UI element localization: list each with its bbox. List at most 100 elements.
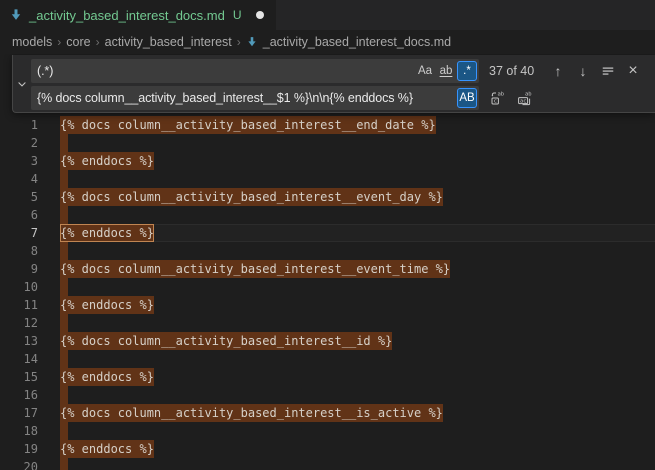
code-line[interactable]: 8 xyxy=(0,242,655,260)
line-content[interactable]: {% docs column__activity_based_interest_… xyxy=(60,188,655,206)
find-match-highlight: {% docs column__activity_based_interest_… xyxy=(60,188,443,206)
toggle-replace-button[interactable] xyxy=(13,55,31,112)
empty-match-highlight xyxy=(60,242,68,260)
replace-input[interactable] xyxy=(31,91,456,105)
breadcrumb-item-models[interactable]: models xyxy=(12,35,52,49)
code-line[interactable]: 9{% docs column__activity_based_interest… xyxy=(0,260,655,278)
line-number[interactable]: 19 xyxy=(0,440,60,458)
find-match-highlight: {% docs column__activity_based_interest_… xyxy=(60,260,450,278)
code-line[interactable]: 15{% enddocs %} xyxy=(0,368,655,386)
code-line[interactable]: 3{% enddocs %} xyxy=(0,152,655,170)
preserve-case-button[interactable]: AB xyxy=(457,88,477,108)
line-content[interactable]: {% enddocs %} xyxy=(60,440,655,458)
line-content[interactable]: {% enddocs %} xyxy=(60,368,655,386)
whole-word-button[interactable]: ab xyxy=(436,61,456,81)
line-number[interactable]: 12 xyxy=(0,314,60,332)
line-content[interactable]: {% enddocs %} xyxy=(60,296,655,314)
code-line[interactable]: 5{% docs column__activity_based_interest… xyxy=(0,188,655,206)
line-content[interactable] xyxy=(60,350,655,368)
previous-match-button[interactable]: ↑ xyxy=(548,61,568,81)
line-content[interactable] xyxy=(60,206,655,224)
line-number[interactable]: 3 xyxy=(0,152,60,170)
markdown-file-icon xyxy=(9,8,23,22)
find-replace-widget: Aa ab .* 37 of 40 ↑ ↓ × xyxy=(12,55,655,113)
line-number[interactable]: 11 xyxy=(0,296,60,314)
line-content[interactable]: {% enddocs %} xyxy=(60,224,655,242)
line-number[interactable]: 2 xyxy=(0,134,60,152)
empty-match-highlight xyxy=(60,422,68,440)
code-line[interactable]: 11{% enddocs %} xyxy=(0,296,655,314)
line-content[interactable]: {% enddocs %} xyxy=(60,152,655,170)
line-content[interactable] xyxy=(60,170,655,188)
breadcrumb-item-activity-based-interest[interactable]: activity_based_interest xyxy=(105,35,232,49)
code-line[interactable]: 10 xyxy=(0,278,655,296)
replace-icon: ab c xyxy=(490,90,506,106)
breadcrumb-separator: › xyxy=(56,35,62,49)
code-line-current[interactable]: 7{% enddocs %} xyxy=(0,224,655,242)
code-line[interactable]: 19{% enddocs %} xyxy=(0,440,655,458)
modified-dot-icon[interactable] xyxy=(256,11,264,19)
line-number[interactable]: 16 xyxy=(0,386,60,404)
code-line[interactable]: 2 xyxy=(0,134,655,152)
line-content[interactable]: {% docs column__activity_based_interest_… xyxy=(60,260,655,278)
line-number[interactable]: 4 xyxy=(0,170,60,188)
line-number[interactable]: 6 xyxy=(0,206,60,224)
code-line[interactable]: 13{% docs column__activity_based_interes… xyxy=(0,332,655,350)
breadcrumb-item-core[interactable]: core xyxy=(66,35,90,49)
code-area[interactable]: 1{% docs column__activity_based_interest… xyxy=(0,116,655,470)
line-number[interactable]: 8 xyxy=(0,242,60,260)
line-content[interactable] xyxy=(60,314,655,332)
breadcrumb-item-file[interactable]: _activity_based_interest_docs.md xyxy=(246,35,451,49)
code-line[interactable]: 4 xyxy=(0,170,655,188)
replace-one-button[interactable]: ab c xyxy=(488,88,508,108)
code-line[interactable]: 6 xyxy=(0,206,655,224)
close-find-widget-button[interactable]: × xyxy=(623,61,643,81)
regex-button[interactable]: .* xyxy=(457,61,477,81)
tab-title: _activity_based_interest_docs.md xyxy=(29,8,225,23)
find-input[interactable] xyxy=(31,64,414,78)
chevron-down-icon xyxy=(16,78,28,90)
line-number[interactable]: 7 xyxy=(0,224,60,242)
line-content[interactable] xyxy=(60,422,655,440)
line-number[interactable]: 10 xyxy=(0,278,60,296)
empty-match-highlight xyxy=(60,350,68,368)
line-content[interactable]: {% docs column__activity_based_interest_… xyxy=(60,404,655,422)
line-number[interactable]: 1 xyxy=(0,116,60,134)
empty-match-highlight xyxy=(60,278,68,296)
breadcrumb: models › core › activity_based_interest … xyxy=(0,30,655,54)
code-line[interactable]: 12 xyxy=(0,314,655,332)
code-line[interactable]: 14 xyxy=(0,350,655,368)
line-content[interactable] xyxy=(60,242,655,260)
code-line[interactable]: 16 xyxy=(0,386,655,404)
code-line[interactable]: 18 xyxy=(0,422,655,440)
code-line[interactable]: 1{% docs column__activity_based_interest… xyxy=(0,116,655,134)
match-case-button[interactable]: Aa xyxy=(415,61,435,81)
current-find-match-highlight: {% enddocs %} xyxy=(60,224,154,242)
line-number[interactable]: 13 xyxy=(0,332,60,350)
editor-pane[interactable]: Aa ab .* 37 of 40 ↑ ↓ × xyxy=(0,54,655,470)
empty-match-highlight xyxy=(60,170,68,188)
line-content[interactable] xyxy=(60,134,655,152)
line-number[interactable]: 20 xyxy=(0,458,60,470)
line-number[interactable]: 14 xyxy=(0,350,60,368)
line-content[interactable] xyxy=(60,386,655,404)
replace-all-icon: ab ac xyxy=(517,90,533,106)
line-content[interactable] xyxy=(60,458,655,470)
code-line[interactable]: 20 xyxy=(0,458,655,470)
code-line[interactable]: 17{% docs column__activity_based_interes… xyxy=(0,404,655,422)
tab-active-file[interactable]: _activity_based_interest_docs.md U xyxy=(0,0,276,30)
line-number[interactable]: 17 xyxy=(0,404,60,422)
line-number[interactable]: 15 xyxy=(0,368,60,386)
line-number[interactable]: 5 xyxy=(0,188,60,206)
line-number[interactable]: 9 xyxy=(0,260,60,278)
find-match-highlight: {% docs column__activity_based_interest_… xyxy=(60,116,436,134)
next-match-button[interactable]: ↓ xyxy=(573,61,593,81)
replace-all-button[interactable]: ab ac xyxy=(515,88,535,108)
line-content[interactable]: {% docs column__activity_based_interest_… xyxy=(60,332,655,350)
line-content[interactable] xyxy=(60,278,655,296)
find-match-highlight: {% docs column__activity_based_interest_… xyxy=(60,404,443,422)
svg-text:ab: ab xyxy=(498,92,505,98)
line-content[interactable]: {% docs column__activity_based_interest_… xyxy=(60,116,655,134)
line-number[interactable]: 18 xyxy=(0,422,60,440)
find-in-selection-button[interactable] xyxy=(598,61,618,81)
